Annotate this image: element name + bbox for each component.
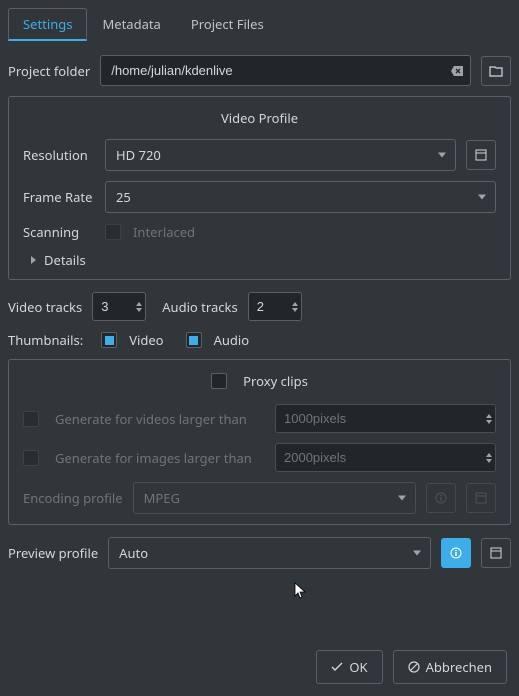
preview-profile-label: Preview profile <box>8 544 98 562</box>
check-icon <box>331 662 343 672</box>
resolution-select[interactable]: HD 720 <box>105 139 456 171</box>
audio-tracks-spinner[interactable] <box>248 292 302 321</box>
gen-videos-label: Generate for videos larger than <box>55 410 265 428</box>
encoding-profile-select: MPEG <box>133 482 416 514</box>
ok-button[interactable]: OK <box>316 650 382 684</box>
cancel-icon <box>408 661 420 673</box>
details-toggle[interactable]: Details <box>23 251 496 269</box>
gen-videos-spinner <box>275 404 496 433</box>
folder-button[interactable] <box>481 56 511 86</box>
gen-images-label: Generate for images larger than <box>55 449 265 467</box>
preview-info-button[interactable] <box>441 538 471 568</box>
interlaced-checkbox <box>105 224 121 240</box>
cursor-icon <box>294 582 308 600</box>
details-label: Details <box>44 251 86 269</box>
video-tracks-label: Video tracks <box>8 298 82 316</box>
tab-settings[interactable]: Settings <box>8 8 87 41</box>
preview-profile-select[interactable]: Auto <box>108 537 431 569</box>
cancel-label: Abbrechen <box>426 658 492 676</box>
thumbnails-video-label: Video <box>129 331 163 349</box>
preview-config-button[interactable] <box>481 538 511 568</box>
resolution-config-button[interactable] <box>466 140 496 170</box>
dialog-buttons: OK Abbrechen <box>316 650 507 684</box>
cancel-button[interactable]: Abbrechen <box>393 650 507 684</box>
gen-videos-checkbox <box>23 411 39 427</box>
proxy-clips-checkbox[interactable] <box>211 373 227 389</box>
video-tracks-spinner[interactable] <box>92 292 146 321</box>
gen-images-spinner <box>275 443 496 472</box>
audio-tracks-label: Audio tracks <box>162 298 237 316</box>
project-folder-input[interactable] <box>100 55 471 86</box>
frame-rate-label: Frame Rate <box>23 188 95 206</box>
video-profile-group: Video Profile Resolution HD 720 Frame Ra… <box>8 96 511 280</box>
project-folder-label: Project folder <box>8 62 90 80</box>
proxy-group: Proxy clips Generate for videos larger t… <box>8 359 511 525</box>
chevron-right-icon <box>31 256 36 264</box>
tab-metadata[interactable]: Metadata <box>87 8 175 41</box>
scanning-label: Scanning <box>23 223 95 241</box>
frame-rate-select[interactable]: 25 <box>105 181 496 213</box>
encoding-info-button <box>426 483 456 513</box>
thumbnails-audio-label: Audio <box>214 331 250 349</box>
resolution-label: Resolution <box>23 146 95 164</box>
tab-project-files[interactable]: Project Files <box>176 8 279 41</box>
thumbnails-label: Thumbnails: <box>8 331 83 349</box>
interlaced-label: Interlaced <box>133 223 195 241</box>
clear-icon[interactable] <box>451 66 463 76</box>
gen-images-checkbox <box>23 450 39 466</box>
video-profile-title: Video Profile <box>23 109 496 127</box>
ok-label: OK <box>349 658 367 676</box>
proxy-clips-label: Proxy clips <box>243 372 308 390</box>
thumbnails-video-checkbox[interactable] <box>101 332 117 348</box>
encoding-config-button <box>466 483 496 513</box>
thumbnails-audio-checkbox[interactable] <box>186 332 202 348</box>
tabs: Settings Metadata Project Files <box>8 8 511 41</box>
encoding-profile-label: Encoding profile <box>23 489 123 507</box>
